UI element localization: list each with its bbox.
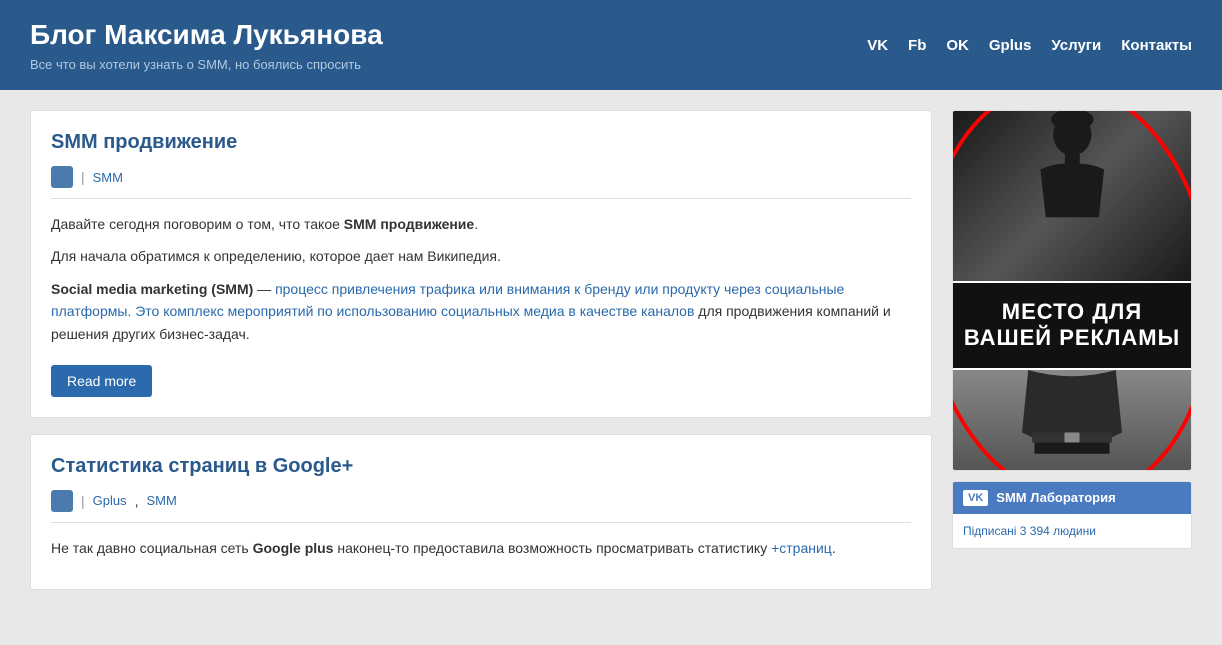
article-2-para-1: Не так давно социальная сеть Google plus… (51, 537, 911, 559)
article-google-plus: Статистика страниц в Google+ | Gplus , S… (30, 434, 932, 590)
site-subtitle: Все что вы хотели узнать о SMM, но бояли… (30, 57, 383, 72)
vk-widget-title: SMM Лаборатория (996, 490, 1115, 505)
content-area: SMM продвижение | SMM Давайте сегодня по… (30, 110, 932, 590)
article-2-meta: | Gplus , SMM (51, 490, 911, 523)
article-1-para-2: Для начала обратимся к определению, кото… (51, 245, 911, 267)
bottom-silhouette-svg (953, 370, 1191, 470)
main-container: SMM продвижение | SMM Давайте сегодня по… (0, 90, 1222, 610)
vk-widget: VK SMM Лаборатория Підписані 3 394 людин… (952, 481, 1192, 549)
meta-separator-2: | (81, 493, 85, 509)
article-1-para-1: Давайте сегодня поговорим о том, что так… (51, 213, 911, 235)
article-1-body: Давайте сегодня поговорим о том, что так… (51, 213, 911, 345)
meta-separator-1: | (81, 169, 85, 185)
article-2-title: Статистика страниц в Google+ (51, 455, 911, 478)
meta-tag-smm[interactable]: SMM (93, 170, 123, 185)
nav-vk[interactable]: VK (867, 37, 888, 54)
read-more-button-1[interactable]: Read more (51, 365, 152, 397)
ad-banner-text[interactable]: МЕСТО ДЛЯ ВАШЕЙ РЕКЛАМЫ (953, 281, 1191, 370)
article-1-title-bold: SMM (51, 131, 98, 153)
nav-kontakty[interactable]: Контакты (1121, 37, 1192, 54)
article-2-body: Не так давно социальная сеть Google plus… (51, 537, 911, 559)
sidebar: МЕСТО ДЛЯ ВАШЕЙ РЕКЛАМЫ VK SMM Лаборатор (952, 110, 1192, 590)
nav-gplus[interactable]: Gplus (989, 37, 1032, 54)
article-1-para-3: Social media marketing (SMM) — процесс п… (51, 278, 911, 345)
vk-subscribers: Підписані 3 394 людини (963, 524, 1096, 538)
article-1-title: SMM продвижение (51, 131, 911, 154)
vk-logo: VK (963, 490, 988, 506)
main-nav: VK Fb OK Gplus Услуги Контакты (867, 37, 1192, 54)
header: Блог Максима Лукьянова Все что вы хотели… (0, 0, 1222, 90)
article-1-title-rest: продвижение (98, 131, 238, 153)
ad-image-bottom (953, 370, 1191, 470)
vk-widget-body: Підписані 3 394 людини (953, 514, 1191, 548)
meta-tag-smm-2[interactable]: SMM (147, 493, 177, 508)
meta-icon-1 (51, 166, 73, 188)
nav-ok[interactable]: OK (946, 37, 969, 54)
nav-fb[interactable]: Fb (908, 37, 926, 54)
meta-comma: , (135, 493, 139, 509)
nav-uslugi[interactable]: Услуги (1051, 37, 1101, 54)
article-1-meta: | SMM (51, 166, 911, 199)
top-silhouette-svg (989, 111, 1156, 281)
meta-tag-gplus[interactable]: Gplus (93, 493, 127, 508)
article-2-title-bold: Google+ (273, 455, 354, 477)
site-title: Блог Максима Лукьянова (30, 19, 383, 51)
article-2-title-prefix: Статистика страниц в (51, 455, 273, 477)
header-branding: Блог Максима Лукьянова Все что вы хотели… (30, 19, 383, 72)
meta-icon-2 (51, 490, 73, 512)
article-smm-prodvizhenie: SMM продвижение | SMM Давайте сегодня по… (30, 110, 932, 418)
ad-image-top (953, 111, 1191, 281)
vk-widget-header: VK SMM Лаборатория (953, 482, 1191, 514)
sidebar-ad: МЕСТО ДЛЯ ВАШЕЙ РЕКЛАМЫ (952, 110, 1192, 471)
